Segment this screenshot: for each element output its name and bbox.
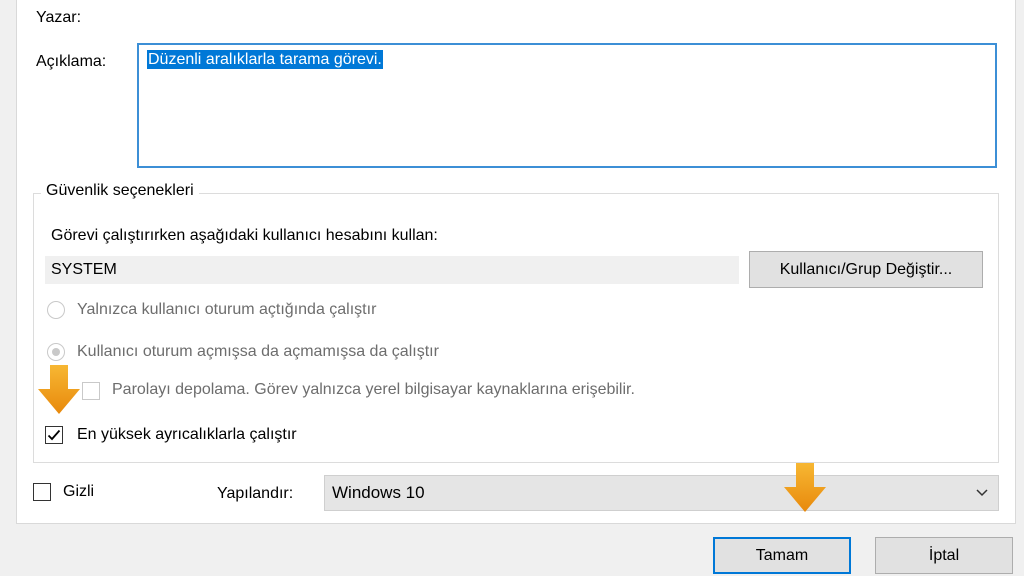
radio-run-whether-logged-on[interactable] [47, 343, 65, 361]
hidden-label: Gizli [63, 483, 95, 500]
description-text: Düzenli aralıklarla tarama görevi. [147, 50, 383, 69]
chevron-down-icon [976, 489, 988, 497]
author-label: Yazar: [36, 9, 82, 26]
configure-for-select[interactable]: Windows 10 [324, 475, 999, 511]
radio-run-whether-logged-on-label: Kullanıcı oturum açmışsa da açmamışsa da… [77, 343, 439, 360]
account-prompt: Görevi çalıştırırken aşağıdaki kullanıcı… [51, 227, 438, 244]
security-group-title: Güvenlik seçenekleri [41, 182, 199, 200]
description-textarea[interactable]: Düzenli aralıklarla tarama görevi. [137, 43, 997, 168]
cancel-button[interactable]: İptal [875, 537, 1013, 574]
radio-run-only-logged-on-label: Yalnızca kullanıcı oturum açtığında çalı… [77, 301, 377, 318]
highest-privileges-label: En yüksek ayrıcalıklarla çalıştır [77, 426, 297, 443]
check-icon [47, 429, 61, 441]
hidden-checkbox[interactable] [33, 483, 51, 501]
change-user-group-button[interactable]: Kullanıcı/Grup Değiştir... [749, 251, 983, 288]
annotation-arrow-icon [38, 365, 80, 414]
do-not-store-password-label: Parolayı depolama. Görev yalnızca yerel … [112, 381, 635, 398]
ok-button[interactable]: Tamam [713, 537, 851, 574]
configure-for-value: Windows 10 [332, 483, 425, 502]
radio-run-only-logged-on[interactable] [47, 301, 65, 319]
user-account-field: SYSTEM [45, 256, 739, 284]
annotation-arrow-icon [784, 463, 826, 512]
do-not-store-password-checkbox[interactable] [82, 382, 100, 400]
highest-privileges-checkbox[interactable] [45, 426, 63, 444]
configure-for-label: Yapılandır: [217, 485, 294, 502]
description-label: Açıklama: [36, 53, 107, 70]
